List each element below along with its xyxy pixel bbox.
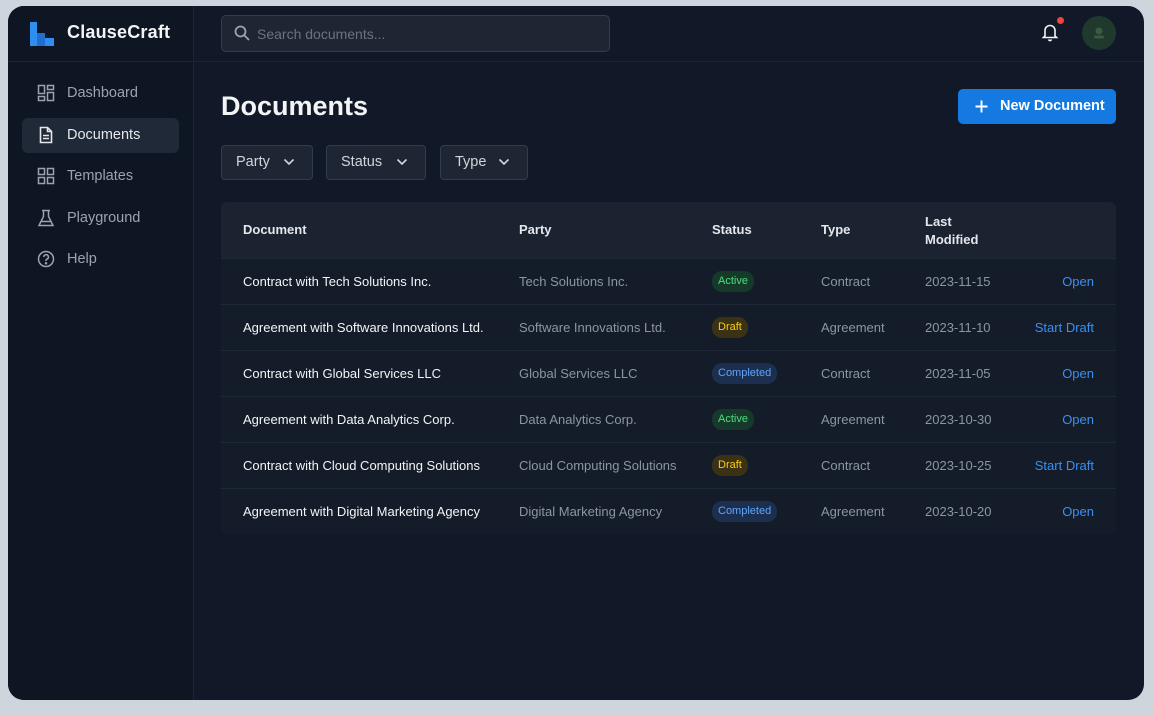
start-draft-link[interactable]: Start Draft [1035,320,1094,335]
status-badge: Draft [712,317,748,338]
app-name: ClauseCraft [67,22,171,42]
bell-icon[interactable] [1041,22,1059,42]
search-box [221,15,610,52]
status-badge: Completed [712,501,778,522]
status-badge: Active [712,409,754,430]
open-link[interactable]: Open [1062,412,1094,427]
cell-type: Contract [821,458,871,473]
cell-document: Agreement with Data Analytics Corp. [243,412,455,427]
cell-party: Digital Marketing Agency [519,504,663,519]
sidebar-nav: Dashboard Documents Templates Playground… [22,76,179,284]
chevron-down-icon [498,158,510,166]
search-input[interactable] [257,16,597,51]
cell-type: Agreement [821,412,885,427]
documents-table: Document Party Status Type Last Modified … [221,202,1116,534]
cell-type: Contract [821,366,871,381]
cell-document: Contract with Global Services LLC [243,366,441,381]
filter-label: Party [236,154,270,170]
plus-icon [975,100,988,113]
app-window: ClauseCraft Dashboard Documents Template… [8,6,1144,700]
dashboard-grid-icon [37,84,55,102]
table-row[interactable]: Contract with Global Services LLC Global… [221,350,1116,397]
new-document-button[interactable]: New Document [958,89,1116,124]
chevron-down-icon [283,158,295,166]
sidebar-item-templates[interactable]: Templates [22,159,179,194]
clausecraft-logo-icon [30,22,54,46]
filter-status[interactable]: Status [326,145,426,180]
sidebar-item-label: Documents [67,126,141,143]
table-header: Document Party Status Type Last Modified [221,202,1116,258]
sidebar-item-label: Dashboard [67,85,138,101]
open-link[interactable]: Open [1062,366,1094,381]
cell-type: Agreement [821,320,885,335]
cell-last-modified: 2023-11-05 [925,366,991,381]
sidebar-item-documents[interactable]: Documents [22,117,179,153]
cell-last-modified: 2023-11-10 [925,320,991,335]
sidebar-item-label: Help [67,251,97,267]
cell-last-modified: 2023-11-15 [925,274,991,289]
table-row[interactable]: Contract with Cloud Computing Solutions … [221,442,1116,489]
page-title: Documents [221,91,369,121]
column-header-line: Last [925,214,952,229]
sidebar: ClauseCraft Dashboard Documents Template… [8,6,194,700]
sidebar-item-dashboard[interactable]: Dashboard [22,76,179,111]
chevron-down-icon [396,158,408,166]
cell-last-modified: 2023-10-20 [925,504,992,519]
cell-last-modified: 2023-10-30 [925,412,992,427]
sidebar-item-help[interactable]: Help [22,242,179,277]
cell-party: Software Innovations Ltd. [519,320,666,335]
filter-party[interactable]: Party [221,145,313,180]
open-link[interactable]: Open [1062,504,1094,519]
column-header-last-modified[interactable]: Last Modified [925,213,978,249]
table-row[interactable]: Agreement with Data Analytics Corp. Data… [221,396,1116,443]
cell-party: Tech Solutions Inc. [519,274,629,289]
column-header-status[interactable]: Status [712,222,752,237]
status-badge: Draft [712,455,748,476]
search-icon [234,25,250,41]
cell-last-modified: 2023-10-25 [925,458,992,473]
help-circle-icon [37,250,55,268]
sidebar-item-playground[interactable]: Playground [22,201,179,236]
column-header-line: Modified [925,232,979,247]
cell-party: Global Services LLC [519,366,638,381]
cell-document: Contract with Tech Solutions Inc. [243,274,432,289]
table-row[interactable]: Agreement with Software Innovations Ltd.… [221,304,1116,351]
open-link[interactable]: Open [1062,274,1094,289]
filter-label: Type [455,154,487,170]
column-header-document[interactable]: Document [243,222,307,237]
notification-badge [1057,17,1064,24]
new-document-label: New Document [1000,98,1105,114]
sidebar-item-label: Templates [67,168,134,184]
filter-type[interactable]: Type [440,145,528,180]
top-bar [193,6,1144,62]
cell-type: Agreement [821,504,885,519]
cell-document: Agreement with Software Innovations Ltd. [243,320,484,335]
table-row[interactable]: Agreement with Digital Marketing Agency … [221,488,1116,534]
status-badge: Active [712,271,754,292]
document-icon [39,126,53,143]
start-draft-link[interactable]: Start Draft [1035,458,1094,473]
filter-label: Status [341,154,383,170]
brand: ClauseCraft [8,6,193,62]
flask-icon [37,209,55,226]
cell-party: Cloud Computing Solutions [519,458,677,473]
cell-type: Contract [821,274,871,289]
avatar-icon [1094,27,1104,39]
user-avatar[interactable] [1082,16,1116,50]
column-header-type[interactable]: Type [821,222,850,237]
status-badge: Completed [712,363,778,384]
cell-document: Contract with Cloud Computing Solutions [243,458,481,473]
cell-party: Data Analytics Corp. [519,412,637,427]
templates-grid-icon [37,167,55,185]
table-row[interactable]: Contract with Tech Solutions Inc. Tech S… [221,258,1116,305]
cell-document: Agreement with Digital Marketing Agency [243,504,481,519]
column-header-party[interactable]: Party [519,222,552,237]
sidebar-item-label: Playground [67,209,141,226]
